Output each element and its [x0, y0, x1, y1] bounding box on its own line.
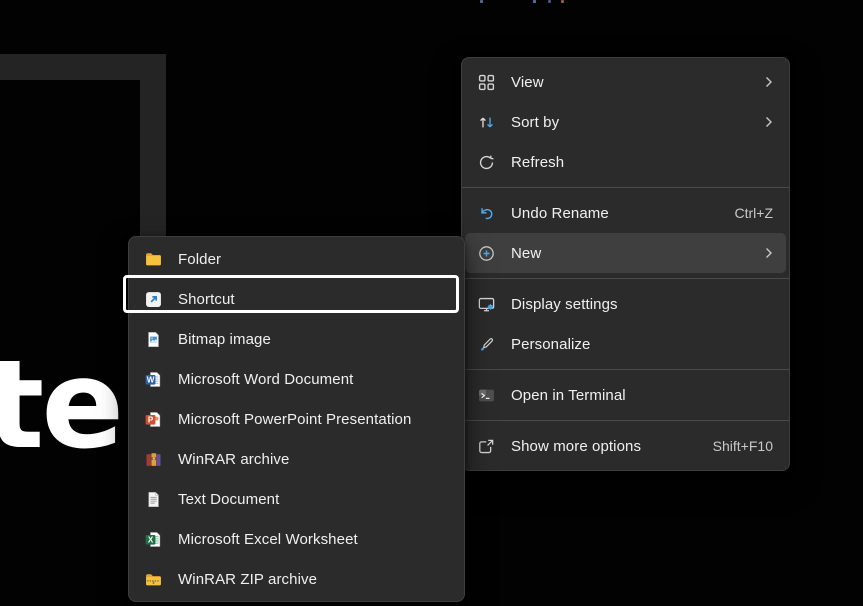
submenu-item-label: WinRAR archive: [178, 451, 448, 468]
undo-icon: [478, 205, 495, 222]
desktop: te. View Sort by: [0, 0, 863, 606]
expand-arrow-icon: [478, 438, 495, 455]
bitmap-image-icon: [145, 331, 162, 348]
shortcut-icon: [145, 291, 162, 308]
sort-arrows-icon: [478, 114, 495, 131]
monitor-gear-icon: [478, 296, 495, 313]
shortcut-hint: Shift+F10: [713, 438, 773, 454]
submenu-item-text-document[interactable]: Text Document: [129, 479, 464, 519]
submenu-item-winrar-archive[interactable]: WinRAR archive: [129, 439, 464, 479]
zip-folder-icon: [145, 571, 162, 588]
clipped-icon-label-fragment: [480, 0, 483, 3]
menu-item-label: New: [511, 245, 753, 262]
menu-divider: [462, 278, 789, 279]
context-menu: View Sort by: [461, 57, 790, 471]
menu-item-undo-rename[interactable]: Undo Rename Ctrl+Z: [462, 193, 789, 233]
menu-divider: [462, 420, 789, 421]
submenu-item-label: Microsoft Word Document: [178, 371, 448, 388]
submenu-item-label: Shortcut: [178, 291, 448, 308]
view-grid-icon: [478, 74, 495, 91]
word-icon: W: [145, 371, 162, 388]
submenu-item-shortcut[interactable]: Shortcut: [129, 279, 464, 319]
wallpaper-frame-side: [140, 54, 166, 246]
powerpoint-icon: P: [145, 411, 162, 428]
menu-item-label: Display settings: [511, 296, 773, 313]
submenu-item-label: WinRAR ZIP archive: [178, 571, 448, 588]
submenu-item-word-document[interactable]: W Microsoft Word Document: [129, 359, 464, 399]
menu-item-label: Sort by: [511, 114, 753, 131]
shortcut-hint: Ctrl+Z: [735, 205, 774, 221]
plus-circle-icon: [478, 245, 495, 262]
submenu-item-folder[interactable]: Folder: [129, 239, 464, 279]
winrar-icon: [145, 451, 162, 468]
menu-item-label: Show more options: [511, 438, 701, 455]
menu-item-refresh[interactable]: Refresh: [462, 142, 789, 182]
svg-text:P: P: [148, 415, 154, 424]
clipped-icon-label-fragment: [533, 0, 536, 3]
menu-item-label: Personalize: [511, 336, 773, 353]
chevron-right-icon: [765, 247, 773, 259]
svg-text:X: X: [148, 535, 154, 544]
menu-divider: [462, 187, 789, 188]
terminal-icon: [478, 387, 495, 404]
submenu-item-label: Microsoft PowerPoint Presentation: [178, 411, 448, 428]
menu-item-new[interactable]: New: [465, 233, 786, 273]
menu-item-show-more-options[interactable]: Show more options Shift+F10: [462, 426, 789, 466]
submenu-item-label: Folder: [178, 251, 448, 268]
clipped-icon-label-fragment: [548, 0, 551, 3]
menu-item-personalize[interactable]: Personalize: [462, 324, 789, 364]
menu-divider: [462, 369, 789, 370]
new-submenu: Folder Shortcut Bitmap image: [128, 236, 465, 602]
svg-text:W: W: [147, 375, 155, 384]
refresh-icon: [478, 154, 495, 171]
menu-item-label: Refresh: [511, 154, 773, 171]
submenu-item-powerpoint-presentation[interactable]: P Microsoft PowerPoint Presentation: [129, 399, 464, 439]
menu-item-label: Undo Rename: [511, 205, 723, 222]
submenu-item-label: Bitmap image: [178, 331, 448, 348]
paintbrush-icon: [478, 336, 495, 353]
text-document-icon: [145, 491, 162, 508]
menu-item-label: View: [511, 74, 753, 91]
submenu-item-label: Microsoft Excel Worksheet: [178, 531, 448, 548]
menu-item-label: Open in Terminal: [511, 387, 773, 404]
menu-item-open-in-terminal[interactable]: Open in Terminal: [462, 375, 789, 415]
menu-item-display-settings[interactable]: Display settings: [462, 284, 789, 324]
menu-item-sort-by[interactable]: Sort by: [462, 102, 789, 142]
chevron-right-icon: [765, 76, 773, 88]
submenu-item-excel-worksheet[interactable]: X Microsoft Excel Worksheet: [129, 519, 464, 559]
menu-item-view[interactable]: View: [462, 62, 789, 102]
excel-icon: X: [145, 531, 162, 548]
clipped-icon-label-fragment: [561, 0, 564, 3]
chevron-right-icon: [765, 116, 773, 128]
submenu-item-bitmap-image[interactable]: Bitmap image: [129, 319, 464, 359]
submenu-item-label: Text Document: [178, 491, 448, 508]
folder-icon: [145, 251, 162, 268]
submenu-item-winrar-zip-archive[interactable]: WinRAR ZIP archive: [129, 559, 464, 599]
